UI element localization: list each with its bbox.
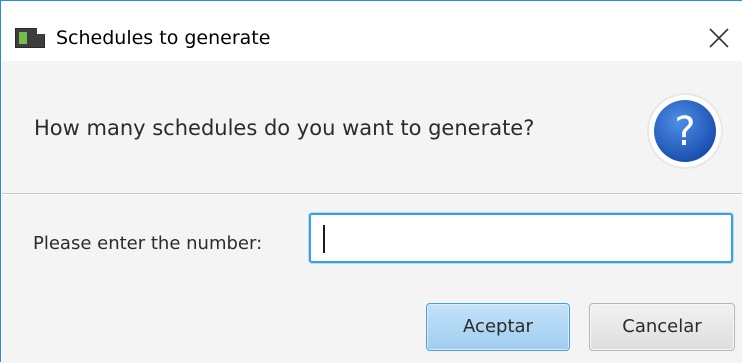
number-label: Please enter the number: [33,233,263,254]
cancel-button[interactable]: Cancelar [589,303,735,351]
accept-button[interactable]: Aceptar [426,303,570,351]
text-caret [323,225,325,253]
java-app-icon [15,28,45,48]
question-icon: ? [645,91,725,171]
app-icon-bar [19,32,27,44]
dialog-header: How many schedules do you want to genera… [2,61,742,194]
title-bar[interactable]: Schedules to generate [1,1,742,51]
close-button[interactable] [698,19,742,59]
question-glyph: ? [674,109,695,155]
close-icon [709,28,729,48]
window-title: Schedules to generate [56,27,271,49]
number-input[interactable] [309,213,733,263]
dialog-window: Schedules to generate How many schedules… [0,0,742,363]
header-text: How many schedules do you want to genera… [34,116,535,140]
dialog-content: Please enter the number: Aceptar Cancela… [2,195,742,363]
app-icon-notch [37,28,45,34]
